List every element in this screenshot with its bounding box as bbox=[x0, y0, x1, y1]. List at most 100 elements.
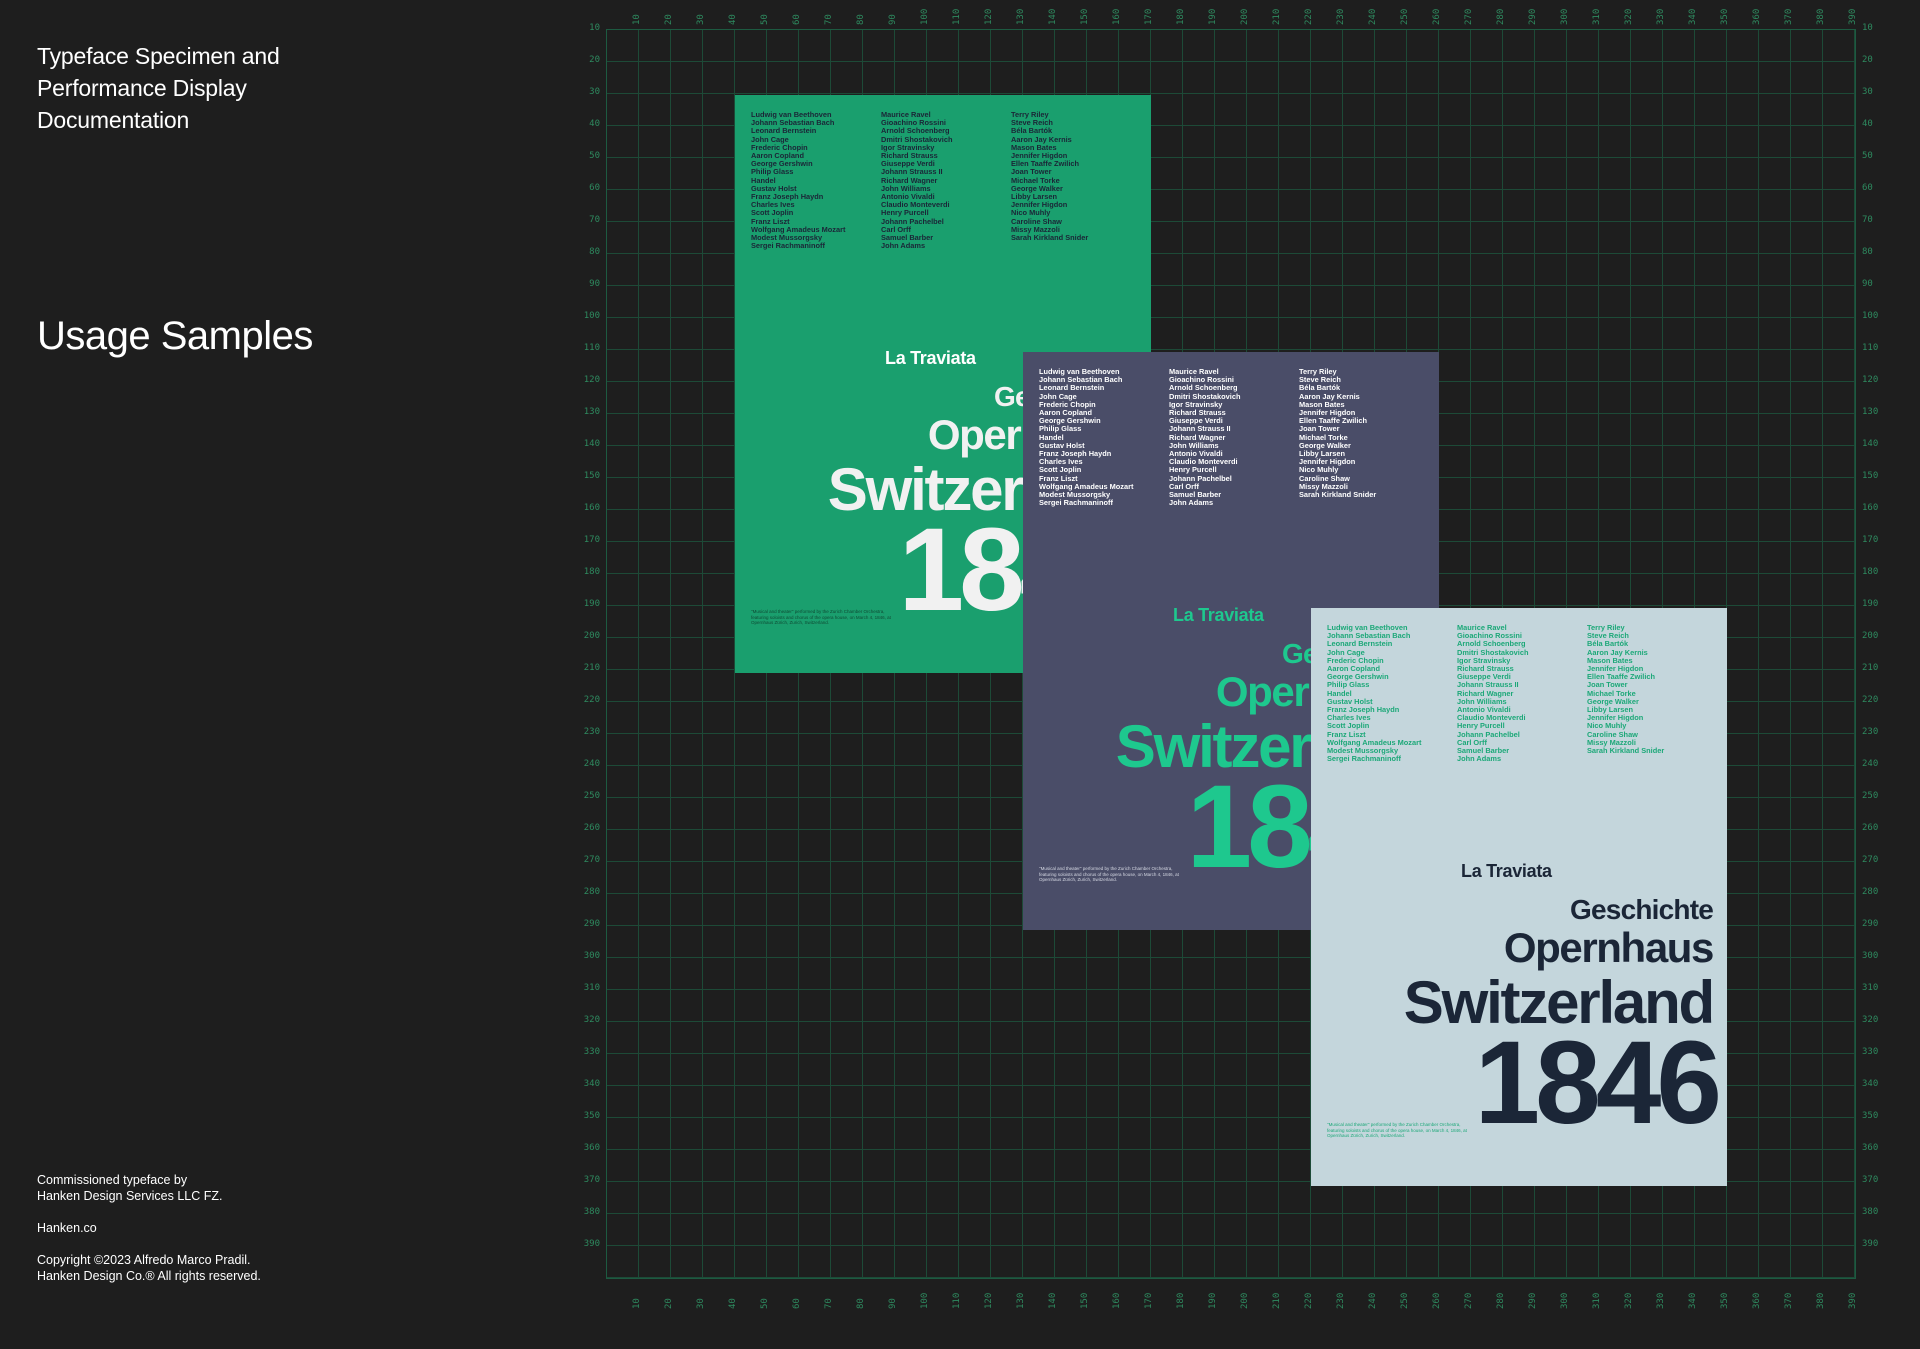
grid-tick-label: 20 bbox=[1862, 55, 1873, 65]
grid-tick-label: 350 bbox=[583, 1111, 600, 1121]
grid-tick-label: 150 bbox=[583, 471, 600, 481]
grid-tick-label: 130 bbox=[1862, 407, 1879, 417]
grid-tick-label: 220 bbox=[1862, 695, 1879, 705]
opera-title: La Traviata bbox=[1173, 605, 1264, 625]
grid-tick-label: 290 bbox=[583, 919, 600, 929]
credit-block: Commissioned typeface by Hanken Design S… bbox=[37, 1172, 397, 1204]
grid-tick-label: 310 bbox=[1592, 8, 1602, 25]
grid-tick-label: 360 bbox=[1752, 1292, 1762, 1309]
grid-tick-label: 350 bbox=[1720, 8, 1730, 25]
composer-list: Ludwig van Beethoven Johann Sebastian Bac… bbox=[1039, 367, 1429, 507]
grid-tick-label: 20 bbox=[589, 55, 600, 65]
composer-column: Terry Riley Steve Reich Béla Bartók Aaron J… bbox=[1299, 367, 1429, 507]
grid-tick-label: 270 bbox=[1464, 8, 1474, 25]
title-line: Performance Display bbox=[37, 75, 247, 101]
grid-tick-label: 230 bbox=[1862, 727, 1879, 737]
grid-tick-label: 140 bbox=[1048, 8, 1058, 25]
grid-tick-label: 180 bbox=[583, 567, 600, 577]
composer-name: Sarah Kirkland Snider bbox=[1587, 746, 1665, 756]
grid-tick-label: 370 bbox=[1784, 8, 1794, 25]
grid-tick-label: 250 bbox=[1400, 8, 1410, 25]
grid-tick-label: 220 bbox=[583, 695, 600, 705]
grid-tick-label: 350 bbox=[1720, 1292, 1730, 1309]
composer-column: Maurice Ravel Gioachino Rossini Arnold Sch… bbox=[1457, 623, 1587, 763]
grid-tick-label: 380 bbox=[583, 1207, 600, 1217]
grid-tick-label: 360 bbox=[583, 1143, 600, 1153]
grid-tick-label: 170 bbox=[1144, 1292, 1154, 1309]
grid-tick-label: 130 bbox=[583, 407, 600, 417]
grid-tick-label: 160 bbox=[583, 503, 600, 513]
grid-tick-label: 140 bbox=[583, 439, 600, 449]
grid-tick-label: 300 bbox=[1560, 1292, 1570, 1309]
footer: Commissioned typeface by Hanken Design S… bbox=[37, 1172, 397, 1300]
grid-tick-label: 380 bbox=[1816, 1292, 1826, 1309]
grid-tick-label: 70 bbox=[824, 1298, 834, 1309]
grid-tick-label: 30 bbox=[1862, 87, 1873, 97]
grid-tick-label: 110 bbox=[952, 1292, 962, 1309]
grid-tick-label: 130 bbox=[1016, 1292, 1026, 1309]
grid-tick-label: 90 bbox=[589, 279, 600, 289]
composer-name: John Adams bbox=[881, 241, 926, 251]
grid-tick-label: 230 bbox=[1336, 8, 1346, 25]
website-link[interactable]: Hanken.co bbox=[37, 1220, 397, 1236]
composer-name: Sarah Kirkland Snider bbox=[1299, 490, 1377, 500]
grid-tick-label: 70 bbox=[824, 14, 834, 25]
grid-tick-label: 260 bbox=[1432, 8, 1442, 25]
grid-tick-label: 140 bbox=[1862, 439, 1879, 449]
grid-tick-label: 50 bbox=[760, 14, 770, 25]
grid-tick-label: 140 bbox=[1048, 1292, 1058, 1309]
grid-tick-label: 370 bbox=[1862, 1175, 1879, 1185]
website-text[interactable]: Hanken.co bbox=[37, 1220, 397, 1236]
grid-tick-label: 150 bbox=[1080, 8, 1090, 25]
grid-tick-label: 260 bbox=[583, 823, 600, 833]
grid-tick-label: 40 bbox=[728, 1298, 738, 1309]
grid-tick-label: 120 bbox=[583, 375, 600, 385]
grid-tick-label: 10 bbox=[589, 23, 600, 33]
grid-tick-label: 330 bbox=[1656, 1292, 1666, 1309]
grid-tick-label: 330 bbox=[583, 1047, 600, 1057]
grid-tick-label: 50 bbox=[1862, 151, 1873, 161]
grid-tick-label: 250 bbox=[1862, 791, 1879, 801]
grid-tick-label: 340 bbox=[1688, 8, 1698, 25]
composer-column: Terry Riley Steve Reich Béla Bartók Aaron J… bbox=[1011, 110, 1141, 250]
grid-tick-label: 120 bbox=[984, 1292, 994, 1309]
grid-tick-label: 240 bbox=[1368, 1292, 1378, 1309]
grid-tick-label: 210 bbox=[1862, 663, 1879, 673]
grid-tick-label: 10 bbox=[632, 1298, 642, 1309]
grid-tick-label: 210 bbox=[1272, 8, 1282, 25]
composer-list: Ludwig van Beethoven Johann Sebastian Bac… bbox=[1327, 623, 1717, 763]
grid-tick-label: 270 bbox=[1862, 855, 1879, 865]
title-line: Typeface Specimen and bbox=[37, 43, 280, 69]
grid-tick-label: 340 bbox=[583, 1079, 600, 1089]
grid-tick-label: 90 bbox=[1862, 279, 1873, 289]
grid-tick-label: 310 bbox=[1862, 983, 1879, 993]
grid-tick-label: 270 bbox=[1464, 1292, 1474, 1309]
grid-tick-label: 340 bbox=[1688, 1292, 1698, 1309]
grid-tick-label: 130 bbox=[1016, 8, 1026, 25]
grid-tick-label: 180 bbox=[1176, 8, 1186, 25]
grid-tick-label: 290 bbox=[1528, 1292, 1538, 1309]
grid-tick-label: 230 bbox=[583, 727, 600, 737]
grid-tick-label: 60 bbox=[792, 1298, 802, 1309]
grid-tick-label: 80 bbox=[589, 247, 600, 257]
grid-tick-label: 100 bbox=[920, 8, 930, 25]
grid-tick-label: 280 bbox=[1862, 887, 1879, 897]
poster-footnote: "Musical and theater" performed by the Z… bbox=[1327, 1122, 1467, 1138]
grid-tick-label: 70 bbox=[589, 215, 600, 225]
grid-tick-label: 270 bbox=[583, 855, 600, 865]
grid-tick-label: 240 bbox=[1862, 759, 1879, 769]
grid-tick-label: 170 bbox=[1862, 535, 1879, 545]
grid-tick-label: 230 bbox=[1336, 1292, 1346, 1309]
grid-tick-label: 320 bbox=[1862, 1015, 1879, 1025]
grid-tick-label: 60 bbox=[589, 183, 600, 193]
grid-tick-label: 190 bbox=[1208, 8, 1218, 25]
grid-tick-label: 250 bbox=[1400, 1292, 1410, 1309]
title-line: Documentation bbox=[37, 107, 190, 133]
opera-title: La Traviata bbox=[1461, 861, 1552, 881]
grid-tick-label: 360 bbox=[1862, 1143, 1879, 1153]
grid-tick-label: 60 bbox=[792, 14, 802, 25]
grid-tick-label: 330 bbox=[1862, 1047, 1879, 1057]
grid-tick-label: 100 bbox=[920, 1292, 930, 1309]
grid-tick-label: 170 bbox=[1144, 8, 1154, 25]
grid-tick-label: 100 bbox=[583, 311, 600, 321]
